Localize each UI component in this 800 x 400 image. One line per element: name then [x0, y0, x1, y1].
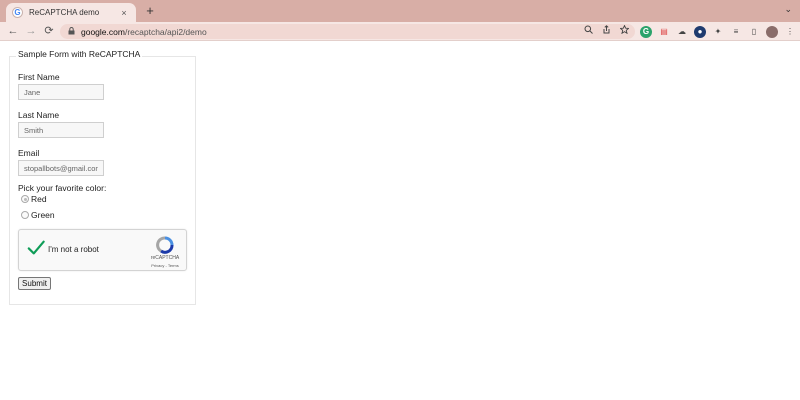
search-icon[interactable] — [584, 25, 593, 38]
tab-search-icon[interactable]: ⌄ — [784, 4, 792, 15]
checkmark-icon[interactable] — [27, 239, 45, 257]
green-radio-label: Green — [31, 210, 55, 220]
recaptcha-brand: reCAPTCHA — [150, 255, 180, 261]
url-text: google.com/recaptcha/api2/demo — [81, 26, 207, 37]
privacy-terms-links[interactable]: Privacy - Terms — [143, 263, 187, 268]
browser-toolbar: ← → ⟳ google.com/recaptcha/api2/demo G ▤… — [0, 22, 800, 41]
first-name-input[interactable] — [18, 84, 104, 100]
radio-option-red[interactable]: Red — [21, 194, 47, 204]
tab-recaptcha-demo[interactable]: G ReCAPTCHA demo × — [6, 3, 136, 22]
radio-option-green[interactable]: Green — [21, 210, 55, 220]
email-label: Email — [18, 148, 40, 158]
puzzle-icon[interactable]: ✦ — [712, 26, 724, 38]
red-radio-label: Red — [31, 194, 47, 204]
red-extension-icon[interactable]: ▤ — [658, 26, 670, 38]
red-radio[interactable] — [21, 195, 29, 203]
tab-strip: G ReCAPTCHA demo × + ⌄ — [0, 0, 800, 22]
captcha-label: I'm not a robot — [48, 245, 99, 254]
grammarly-extension-icon[interactable]: G — [640, 25, 652, 38]
recaptcha-logo-icon — [156, 236, 174, 254]
sidepanel-icon[interactable]: ▯ — [748, 26, 760, 38]
close-tab-icon[interactable]: × — [118, 8, 130, 18]
address-bar[interactable]: google.com/recaptcha/api2/demo — [60, 24, 635, 39]
recaptcha-widget: I'm not a robot reCAPTCHA Privacy - Term… — [18, 229, 187, 271]
back-button[interactable]: ← — [6, 23, 20, 39]
last-name-input[interactable] — [18, 122, 104, 138]
google-favicon-icon: G — [12, 7, 23, 18]
reload-button[interactable]: ⟳ — [42, 23, 56, 39]
media-icon[interactable]: ≡ — [730, 26, 742, 38]
lock-icon[interactable] — [68, 26, 75, 37]
last-name-label: Last Name — [18, 110, 60, 120]
cloud-extension-icon[interactable]: ☁ — [676, 26, 688, 38]
form-legend: Sample Form with ReCAPTCHA — [16, 49, 143, 59]
first-name-label: First Name — [18, 72, 60, 82]
blue-extension-icon[interactable]: ● — [694, 25, 706, 38]
email-input[interactable] — [18, 160, 104, 176]
profile-avatar[interactable] — [766, 25, 778, 38]
green-radio[interactable] — [21, 211, 29, 219]
menu-icon[interactable]: ⋮ — [784, 26, 796, 38]
color-question: Pick your favorite color: — [18, 183, 107, 193]
forward-button[interactable]: → — [24, 23, 38, 39]
submit-button[interactable]: Submit — [18, 277, 51, 290]
share-icon[interactable] — [602, 25, 611, 38]
tab-title: ReCAPTCHA demo — [29, 8, 100, 17]
new-tab-button[interactable]: + — [143, 3, 157, 19]
star-icon[interactable] — [619, 24, 630, 38]
